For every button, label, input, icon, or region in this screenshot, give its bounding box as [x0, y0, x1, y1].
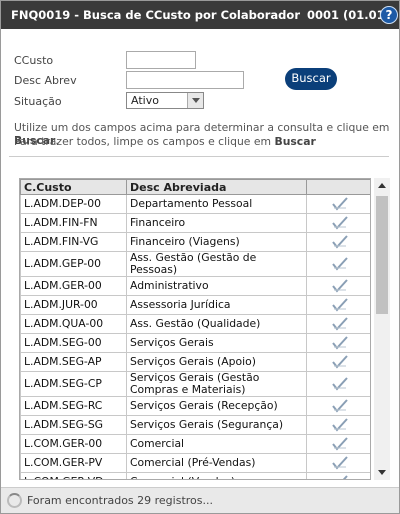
cell-ccusto: L.ADM.GER-00: [20, 276, 127, 296]
cell-desc: Serviços Gerais (Apoio): [126, 352, 307, 372]
cell-desc: Comercial (Pré-Vendas): [126, 453, 307, 473]
table-row[interactable]: L.ADM.FIN-VG Financeiro (Viagens): [20, 232, 370, 252]
divider: [9, 156, 389, 157]
ccusto-label: CCusto: [14, 54, 54, 67]
scroll-up-icon[interactable]: [374, 178, 390, 192]
cell-ccusto: L.ADM.SEG-RC: [20, 396, 127, 416]
hint-line-2: Para trazer todos, limpe os campos e cli…: [14, 135, 316, 148]
table-row[interactable]: L.ADM.FIN-FN Financeiro: [20, 213, 370, 233]
select-icon[interactable]: [306, 434, 370, 454]
loading-icon: [7, 493, 22, 508]
window: FNQ0019 - Busca de CCusto por Colaborado…: [0, 0, 400, 514]
cell-ccusto: L.ADM.FIN-VG: [20, 232, 127, 252]
cell-desc: Serviços Gerais (Recepção): [126, 396, 307, 416]
table-row[interactable]: L.ADM.SEG-00 Serviços Gerais: [20, 333, 370, 353]
hint-text: Utilize um dos campos acima para determi…: [14, 121, 390, 134]
table-row[interactable]: L.ADM.QUA-00 Ass. Gestão (Qualidade): [20, 314, 370, 334]
search-form: CCusto Desc Abrev Situação Ativo Buscar …: [1, 29, 399, 157]
status-bar: Foram encontrados 29 registros...: [1, 487, 399, 513]
table-row[interactable]: L.COM.GER-PV Comercial (Pré-Vendas): [20, 453, 370, 473]
chevron-down-icon[interactable]: [187, 93, 203, 108]
situacao-label: Situação: [14, 95, 62, 108]
ccusto-input[interactable]: [126, 51, 196, 69]
status-message: Foram encontrados 29 registros...: [27, 494, 214, 507]
hint-text: Para trazer todos, limpe os campos e cli…: [14, 135, 275, 148]
cell-desc: Financeiro (Viagens): [126, 232, 307, 252]
select-icon[interactable]: [306, 194, 370, 214]
cell-desc: Ass. Gestão (Gestão de Pessoas): [126, 251, 307, 277]
table-row[interactable]: L.COM.GER-00 Comercial: [20, 434, 370, 454]
window-title: FNQ0019 - Busca de CCusto por Colaborado…: [11, 8, 300, 22]
scroll-down-icon[interactable]: [374, 466, 390, 480]
cell-desc: Assessoria Jurídica: [126, 295, 307, 315]
select-icon[interactable]: [306, 251, 370, 277]
select-icon[interactable]: [306, 371, 370, 397]
situacao-select[interactable]: Ativo: [126, 92, 204, 109]
cell-desc: Financeiro: [126, 213, 307, 233]
header-ccusto[interactable]: C.Custo: [20, 179, 127, 195]
cell-desc: Serviços Gerais (Gestão Compras e Materi…: [126, 371, 307, 397]
select-icon[interactable]: [306, 295, 370, 315]
cell-ccusto: L.ADM.GEP-00: [20, 251, 127, 277]
cell-ccusto: L.ADM.JUR-00: [20, 295, 127, 315]
table-row[interactable]: L.ADM.SEG-SG Serviços Gerais (Segurança): [20, 415, 370, 435]
cell-ccusto: L.ADM.SEG-AP: [20, 352, 127, 372]
cell-ccusto: L.ADM.SEG-00: [20, 333, 127, 353]
cell-desc: Serviços Gerais (Segurança): [126, 415, 307, 435]
help-icon[interactable]: ?: [380, 6, 398, 24]
header-select: [306, 179, 370, 195]
cell-ccusto: L.ADM.SEG-SG: [20, 415, 127, 435]
select-icon[interactable]: [306, 396, 370, 416]
situacao-value: Ativo: [131, 94, 159, 107]
table-row[interactable]: L.COM.GER-VDComercial (Vendas): [20, 472, 370, 479]
select-icon[interactable]: [306, 453, 370, 473]
table-row[interactable]: L.ADM.GER-00 Administrativo: [20, 276, 370, 296]
desc-input[interactable]: [126, 71, 244, 89]
cell-ccusto: L.COM.GER-VD: [20, 472, 127, 479]
select-icon[interactable]: [306, 415, 370, 435]
header-desc[interactable]: Desc Abreviada: [126, 179, 307, 195]
select-icon[interactable]: [306, 213, 370, 233]
select-icon[interactable]: [306, 276, 370, 296]
cell-desc: Ass. Gestão (Qualidade): [126, 314, 307, 334]
cell-ccusto: L.COM.GER-PV: [20, 453, 127, 473]
cell-ccusto: L.ADM.SEG-CP: [20, 371, 127, 397]
cell-desc: Comercial (Vendas): [126, 472, 307, 479]
table-header: C.Custo Desc Abreviada: [20, 179, 370, 195]
scrollbar[interactable]: [374, 178, 390, 480]
cell-desc: Serviços Gerais: [126, 333, 307, 353]
table-row[interactable]: L.ADM.SEG-RC Serviços Gerais (Recepção): [20, 396, 370, 416]
cell-desc: Administrativo: [126, 276, 307, 296]
version-label: 0001 (01.01): [307, 8, 390, 22]
table-row[interactable]: L.ADM.GEP-00 Ass. Gestão (Gestão de Pesso…: [20, 251, 370, 277]
results-table: C.Custo Desc Abreviada L.ADM.DEP-00 Depar…: [19, 178, 371, 480]
select-icon[interactable]: [306, 352, 370, 372]
search-button[interactable]: Buscar: [285, 68, 337, 90]
table-row[interactable]: L.ADM.DEP-00 Departamento Pessoal: [20, 194, 370, 214]
desc-label: Desc Abrev: [14, 74, 77, 87]
cell-ccusto: L.ADM.FIN-FN: [20, 213, 127, 233]
table-row[interactable]: L.ADM.SEG-AP Serviços Gerais (Apoio): [20, 352, 370, 372]
select-icon[interactable]: [306, 472, 370, 479]
scroll-thumb[interactable]: [376, 196, 388, 314]
select-icon[interactable]: [306, 333, 370, 353]
select-icon[interactable]: [306, 232, 370, 252]
cell-desc: Departamento Pessoal: [126, 194, 307, 214]
table-row[interactable]: L.ADM.JUR-00 Assessoria Jurídica: [20, 295, 370, 315]
hint-bold: Buscar: [274, 135, 316, 148]
select-icon[interactable]: [306, 314, 370, 334]
title-bar: FNQ0019 - Busca de CCusto por Colaborado…: [1, 1, 399, 29]
cell-desc: Comercial: [126, 434, 307, 454]
cell-ccusto: L.COM.GER-00: [20, 434, 127, 454]
cell-ccusto: L.ADM.DEP-00: [20, 194, 127, 214]
table-row[interactable]: L.ADM.SEG-CP Serviços Gerais (Gestão Comp…: [20, 371, 370, 397]
cell-ccusto: L.ADM.QUA-00: [20, 314, 127, 334]
